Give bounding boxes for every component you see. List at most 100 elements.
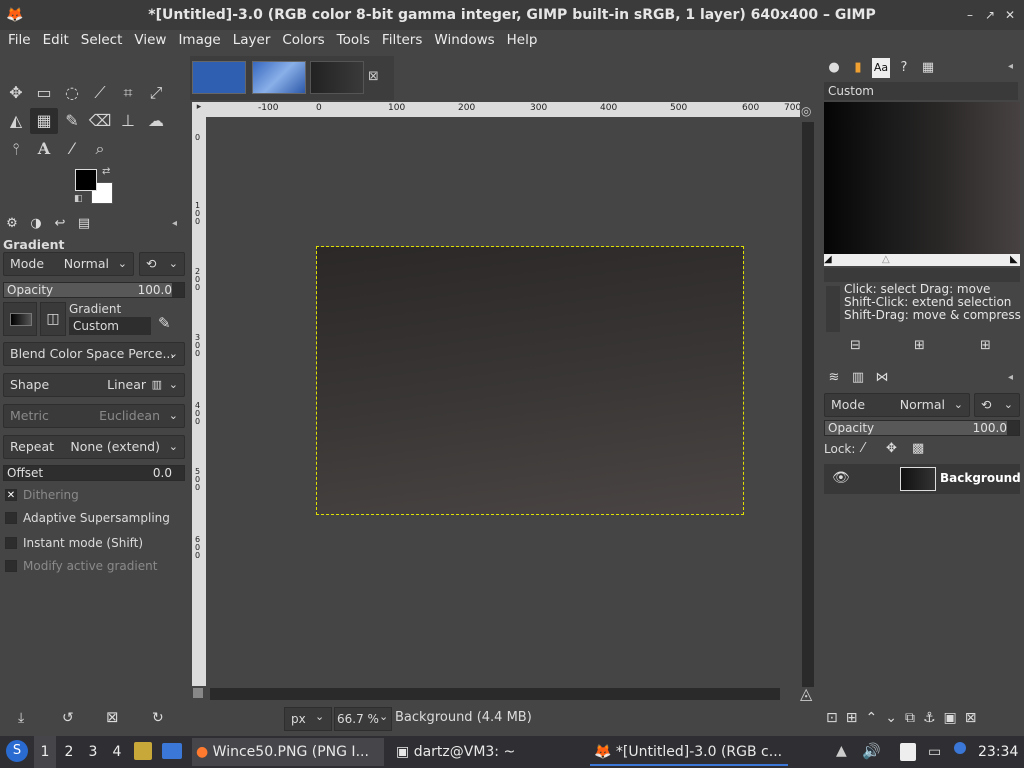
duplicate-layer-icon[interactable]: ⧉ bbox=[905, 710, 915, 726]
panel-menu-icon[interactable]: ◂ bbox=[172, 218, 177, 229]
layer-item-background[interactable]: 👁 Background bbox=[824, 464, 1021, 494]
zoom-out-icon[interactable]: ⊟ bbox=[850, 338, 861, 353]
volume-icon[interactable]: 🔊 bbox=[862, 742, 881, 760]
minimize-button[interactable]: – bbox=[962, 7, 978, 23]
menu-file[interactable]: File bbox=[2, 30, 37, 52]
clone-icon[interactable]: ⊥ bbox=[114, 108, 142, 134]
horizontal-scrollbar[interactable]: ◬ bbox=[193, 684, 818, 704]
menu-layer[interactable]: Layer bbox=[227, 30, 277, 52]
zoom-all-icon[interactable]: ⊞ bbox=[980, 338, 991, 353]
crop-icon[interactable]: ⌗ bbox=[114, 80, 142, 106]
gradient-scrollbar[interactable] bbox=[824, 268, 1020, 282]
fonts-tab-icon[interactable]: Aa bbox=[872, 58, 890, 78]
menu-edit[interactable]: Edit bbox=[37, 30, 75, 52]
restore-options-icon[interactable]: ↺ bbox=[62, 710, 74, 726]
eye-icon[interactable]: 👁 bbox=[832, 470, 850, 486]
middle-handle-icon[interactable]: △ bbox=[882, 254, 890, 265]
navigate-icon[interactable]: ◎ bbox=[801, 104, 811, 118]
close-tab-icon[interactable]: ⊠ bbox=[368, 69, 379, 84]
images-tab-icon[interactable]: ▤ bbox=[74, 214, 94, 234]
smudge-icon[interactable]: ☁ bbox=[142, 108, 170, 134]
metric-select[interactable]: Metric Euclidean ⌄ bbox=[3, 404, 185, 428]
color-picker-icon[interactable]: ⁄ bbox=[58, 136, 86, 162]
bucket-fill-icon[interactable]: ◭ bbox=[2, 108, 30, 134]
text-tool-icon[interactable]: A bbox=[30, 136, 58, 162]
gradient-editor-tab-icon[interactable]: ▦ bbox=[918, 58, 938, 78]
mode-select[interactable]: Mode Normal ⌄ bbox=[3, 252, 134, 276]
layer-mode-select[interactable]: Mode Normal ⌄ bbox=[824, 393, 970, 417]
gradient-name-field[interactable]: Custom bbox=[69, 317, 151, 335]
swap-colors-icon[interactable]: ⇄ bbox=[102, 166, 110, 177]
menu-filters[interactable]: Filters bbox=[376, 30, 428, 52]
zoom-window-icon[interactable]: ◬ bbox=[800, 684, 812, 703]
zoom-select[interactable]: 66.7 % ⌄ bbox=[334, 707, 392, 731]
lock-pixels-icon[interactable]: ⁄ bbox=[862, 441, 864, 456]
menu-windows[interactable]: Windows bbox=[428, 30, 500, 52]
right-handle-icon[interactable]: ◣ bbox=[1010, 254, 1018, 265]
image-thumb-1[interactable] bbox=[192, 61, 246, 94]
close-button[interactable]: ✕ bbox=[1002, 7, 1018, 23]
zoom-icon[interactable]: ⌕ bbox=[86, 136, 114, 162]
reverse-gradient-icon[interactable]: ◫ bbox=[40, 302, 66, 336]
notes-icon[interactable] bbox=[900, 743, 916, 761]
menu-image[interactable]: Image bbox=[172, 30, 226, 52]
lock-position-icon[interactable]: ✥ bbox=[886, 441, 897, 456]
panel-menu-icon[interactable]: ◂ bbox=[1008, 372, 1013, 383]
edit-gradient-icon[interactable]: ✎ bbox=[158, 314, 171, 332]
paintbrush-icon[interactable]: ✎ bbox=[58, 108, 86, 134]
menu-tools[interactable]: Tools bbox=[331, 30, 376, 52]
anchor-layer-icon[interactable]: ⚓ bbox=[923, 710, 936, 726]
notification-icon[interactable] bbox=[954, 742, 966, 754]
gradient-editor-preview[interactable] bbox=[824, 102, 1020, 254]
panel-menu-icon[interactable]: ◂ bbox=[1008, 61, 1013, 72]
menu-colors[interactable]: Colors bbox=[276, 30, 330, 52]
layer-opacity-slider[interactable]: Opacity 100.0 bbox=[824, 420, 1020, 436]
blend-space-select[interactable]: Blend Color Space Perce... ⌄ bbox=[3, 342, 185, 366]
gradient-name-field[interactable]: Custom bbox=[824, 82, 1018, 100]
workspace-4[interactable]: 4 bbox=[106, 736, 128, 768]
menu-help[interactable]: Help bbox=[501, 30, 544, 52]
image-thumb-3[interactable] bbox=[310, 61, 364, 94]
lasso-icon[interactable]: ◌ bbox=[58, 80, 86, 106]
task-terminal[interactable]: ▣ dartz@VM3: ~ bbox=[392, 738, 582, 766]
menu-view[interactable]: View bbox=[128, 30, 172, 52]
left-handle-icon[interactable]: ◢ bbox=[824, 254, 832, 265]
ruler-corner-icon[interactable]: ▸ bbox=[192, 102, 206, 117]
rect-select-icon[interactable]: ▭ bbox=[30, 80, 58, 106]
lower-layer-icon[interactable]: ⌄ bbox=[885, 710, 897, 726]
workspace-3[interactable]: 3 bbox=[82, 736, 104, 768]
task-wince50[interactable]: ● Wince50.PNG (PNG I... bbox=[192, 738, 384, 766]
new-layer-icon[interactable]: ⊡ bbox=[826, 710, 838, 726]
gradient-tool-icon[interactable]: ▦ bbox=[30, 108, 58, 134]
tool-options-tab-icon[interactable]: ⚙ bbox=[2, 214, 22, 234]
workspace-2[interactable]: 2 bbox=[58, 736, 80, 768]
paths-tab-icon[interactable]: ⋈ bbox=[872, 368, 892, 388]
gradient-handle-strip[interactable]: ◢ △ ◣ bbox=[824, 254, 1020, 266]
network-icon[interactable]: ▭ bbox=[928, 744, 941, 760]
channels-tab-icon[interactable]: ▥ bbox=[848, 368, 868, 388]
paths-icon[interactable]: ⫯ bbox=[2, 136, 30, 162]
file-manager-icon[interactable] bbox=[134, 742, 152, 760]
offset-slider[interactable]: Offset 0.0 bbox=[3, 465, 185, 481]
vertical-scrollbar[interactable]: ◎ bbox=[800, 102, 818, 687]
lock-alpha-icon[interactable]: ▩ bbox=[912, 441, 924, 456]
vertical-scroll-track[interactable] bbox=[802, 122, 814, 687]
save-options-icon[interactable]: ⤓ bbox=[18, 710, 24, 726]
eraser-icon[interactable]: ⌫ bbox=[86, 108, 114, 134]
brushes-tab-icon[interactable]: ● bbox=[824, 58, 844, 78]
zoom-in-icon[interactable]: ⊞ bbox=[914, 338, 925, 353]
shape-select[interactable]: Shape Linear ▥ ⌄ bbox=[3, 373, 185, 397]
gradient-preview-button[interactable] bbox=[3, 302, 37, 336]
transform-icon[interactable]: ⤢ bbox=[142, 80, 170, 106]
reset-options-icon[interactable]: ↻ bbox=[152, 710, 164, 726]
device-status-tab-icon[interactable]: ◑ bbox=[26, 214, 46, 234]
maximize-button[interactable]: ↗ bbox=[982, 7, 998, 23]
default-colors-icon[interactable]: ◧ bbox=[74, 194, 83, 204]
new-layer-group-icon[interactable]: ⊞ bbox=[846, 710, 858, 726]
patterns-tab-icon[interactable]: ▮ bbox=[848, 58, 868, 78]
repeat-select[interactable]: Repeat None (extend) ⌄ bbox=[3, 435, 185, 459]
mask-layer-icon[interactable]: ▣ bbox=[944, 710, 957, 726]
opacity-slider[interactable]: Opacity 100.0 bbox=[3, 282, 185, 298]
undo-history-tab-icon[interactable]: ↩ bbox=[50, 214, 70, 234]
start-menu-icon[interactable]: S bbox=[6, 740, 28, 762]
